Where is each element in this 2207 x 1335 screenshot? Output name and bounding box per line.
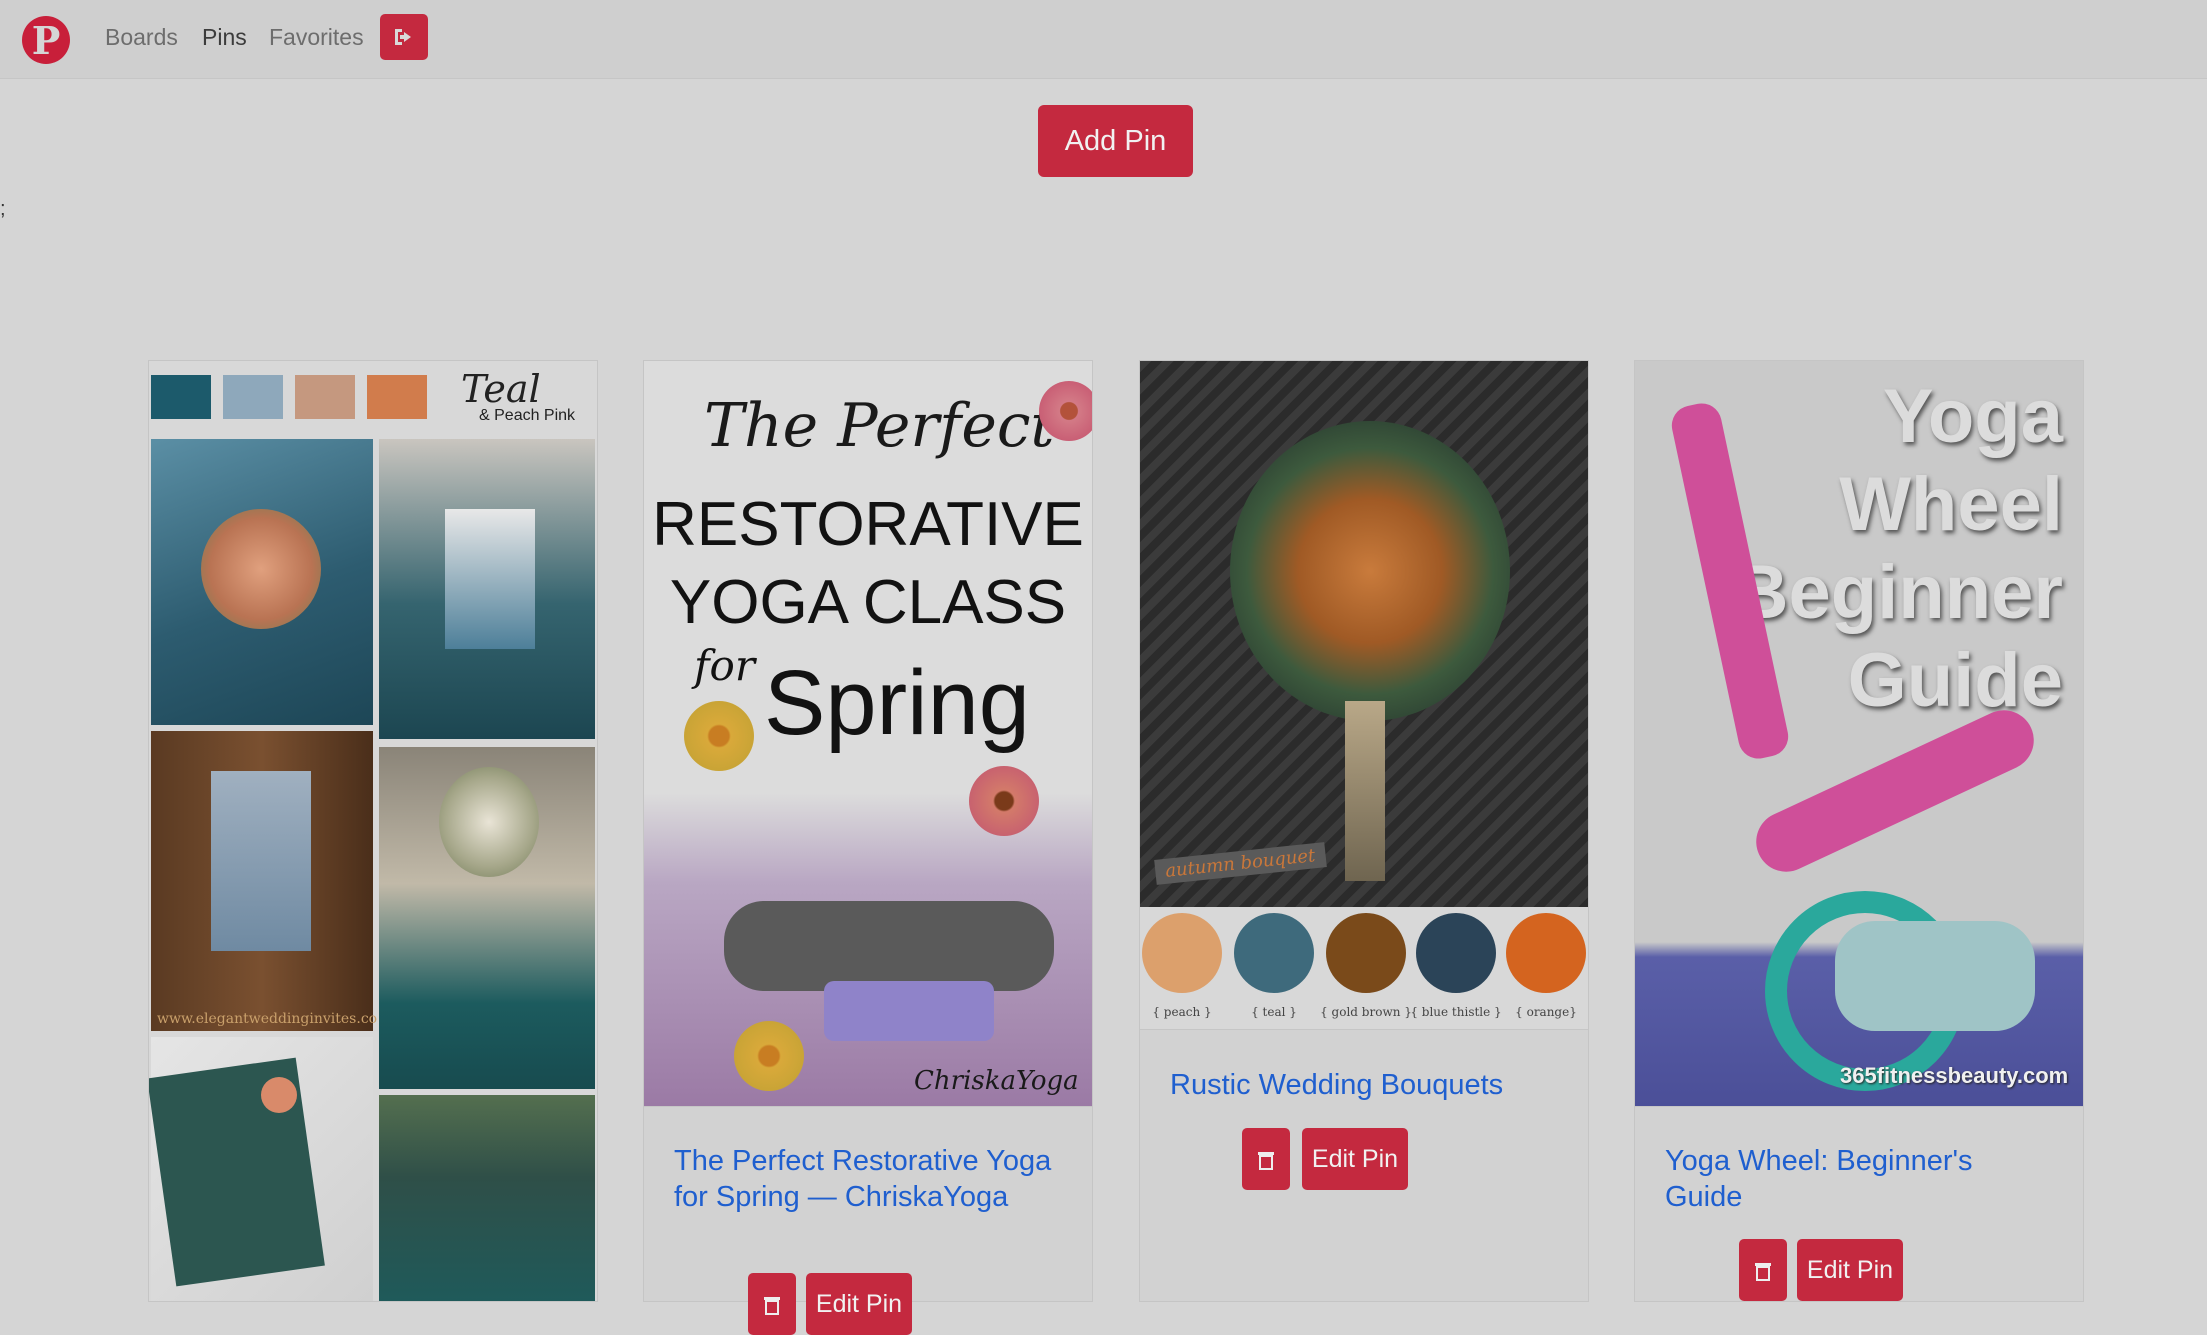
palette-dot <box>1326 913 1406 993</box>
palette-label: { gold brown } <box>1320 1005 1412 1019</box>
palette-dot <box>1506 913 1586 993</box>
pin-card-restorative-yoga: The Perfect RESTORATIVE YOGA CLASS for S… <box>643 360 1093 1335</box>
navbar: P Boards Pins Favorites <box>0 0 2207 79</box>
color-swatch <box>295 375 355 419</box>
flower-icon <box>969 766 1039 836</box>
palette-dot <box>1234 913 1314 993</box>
collage-subheading: & Peach Pink <box>479 407 576 424</box>
delete-pin-button[interactable] <box>1739 1239 1787 1301</box>
pin-title-link[interactable]: The Perfect Restorative Yoga for Spring … <box>674 1143 1054 1215</box>
flower-icon <box>684 701 754 771</box>
palette-label: { blue thistle } <box>1410 1005 1502 1019</box>
image-line-3: Spring <box>764 652 1030 754</box>
flower-icon <box>734 1021 804 1091</box>
pin-image[interactable]: autumn bouquet { peach } { teal } { gold… <box>1140 361 1588 1029</box>
trash-icon <box>1258 1152 1274 1170</box>
delete-pin-button[interactable] <box>1242 1128 1290 1190</box>
image-heading-line: Wheel <box>1839 462 2063 547</box>
person-lying <box>724 901 1054 991</box>
image-line-1: RESTORATIVE <box>652 490 1084 559</box>
stray-text: ; <box>0 198 6 220</box>
pin-card-yoga-wheel: Yoga Wheel Beginner Guide 365fitnessbeau… <box>1634 360 2084 1302</box>
tiered-cake-photo: www.elegantweddinginvites.co <box>151 731 377 1031</box>
flower-icon <box>1039 381 1092 441</box>
collage-heading: Teal <box>461 367 541 411</box>
leg <box>1746 700 2044 882</box>
bouquet-photo: autumn bouquet <box>1140 361 1588 907</box>
pin-card-rustic-bouquet: autumn bouquet { peach } { teal } { gold… <box>1139 360 1589 1302</box>
palette-strip: { peach } { teal } { gold brown } { blue… <box>1140 907 1588 1029</box>
palette-dot <box>1142 913 1222 993</box>
table-setting-photo <box>379 747 595 1089</box>
nav-link-favorites[interactable]: Favorites <box>269 24 364 51</box>
pin-card-teal-peach: Teal & Peach Pink www.elegantweddinginvi… <box>148 360 598 1302</box>
palette-label: { orange} <box>1515 1005 1577 1019</box>
palette-label: { teal } <box>1251 1005 1297 1019</box>
divider <box>644 1106 1092 1107</box>
pin-image[interactable]: Teal & Peach Pink www.elegantweddinginvi… <box>149 361 597 1301</box>
logout-button[interactable] <box>380 14 428 60</box>
bouquet-photo <box>151 439 373 725</box>
nav-link-pins[interactable]: Pins <box>202 24 247 51</box>
palette-label: { peach } <box>1152 1005 1212 1019</box>
pinterest-logo-icon[interactable]: P <box>22 16 70 64</box>
trash-icon <box>1755 1263 1771 1281</box>
edit-pin-button[interactable]: Edit Pin <box>1797 1239 1903 1301</box>
pin-image[interactable]: Yoga Wheel Beginner Guide 365fitnessbeau… <box>1635 361 2083 1106</box>
torso <box>1835 921 2035 1031</box>
pin-title-link[interactable]: Yoga Wheel: Beginner's Guide <box>1665 1143 2045 1215</box>
pin-title-link[interactable]: Rustic Wedding Bouquets <box>1170 1067 1550 1103</box>
image-heading-line: Beginner <box>1733 550 2063 635</box>
image-for-text: for <box>694 641 755 690</box>
image-line-2: YOGA CLASS <box>669 568 1067 637</box>
trash-icon <box>764 1297 780 1315</box>
color-swatch <box>367 375 427 419</box>
image-signature: ChriskaYoga <box>914 1066 1079 1096</box>
edit-pin-button[interactable]: Edit Pin <box>1302 1128 1408 1190</box>
cake-photo <box>379 439 595 739</box>
divider <box>1140 1029 1588 1030</box>
sign-out-icon <box>395 29 411 45</box>
photo-tag: autumn bouquet <box>1154 842 1327 885</box>
palette-dot <box>1416 913 1496 993</box>
delete-pin-button[interactable] <box>748 1273 796 1335</box>
watermark-text: www.elegantweddinginvites.co <box>157 1011 378 1027</box>
image-script-text: The Perfect <box>704 391 1055 461</box>
pin-image[interactable]: The Perfect RESTORATIVE YOGA CLASS for S… <box>644 361 1092 1106</box>
image-heading-line: Yoga <box>1882 374 2063 459</box>
bridesmaids-photo <box>379 1095 595 1301</box>
invitation-photo <box>149 1037 373 1301</box>
image-heading: Yoga Wheel Beginner Guide <box>1734 373 2063 725</box>
add-pin-button[interactable]: Add Pin <box>1038 105 1193 177</box>
edit-pin-button[interactable]: Edit Pin <box>806 1273 912 1335</box>
color-swatch <box>151 375 211 419</box>
divider <box>1635 1106 2083 1107</box>
image-watermark: 365fitnessbeauty.com <box>1840 1063 2069 1088</box>
nav-link-boards[interactable]: Boards <box>105 24 178 51</box>
bolster <box>824 981 994 1041</box>
color-swatch <box>223 375 283 419</box>
